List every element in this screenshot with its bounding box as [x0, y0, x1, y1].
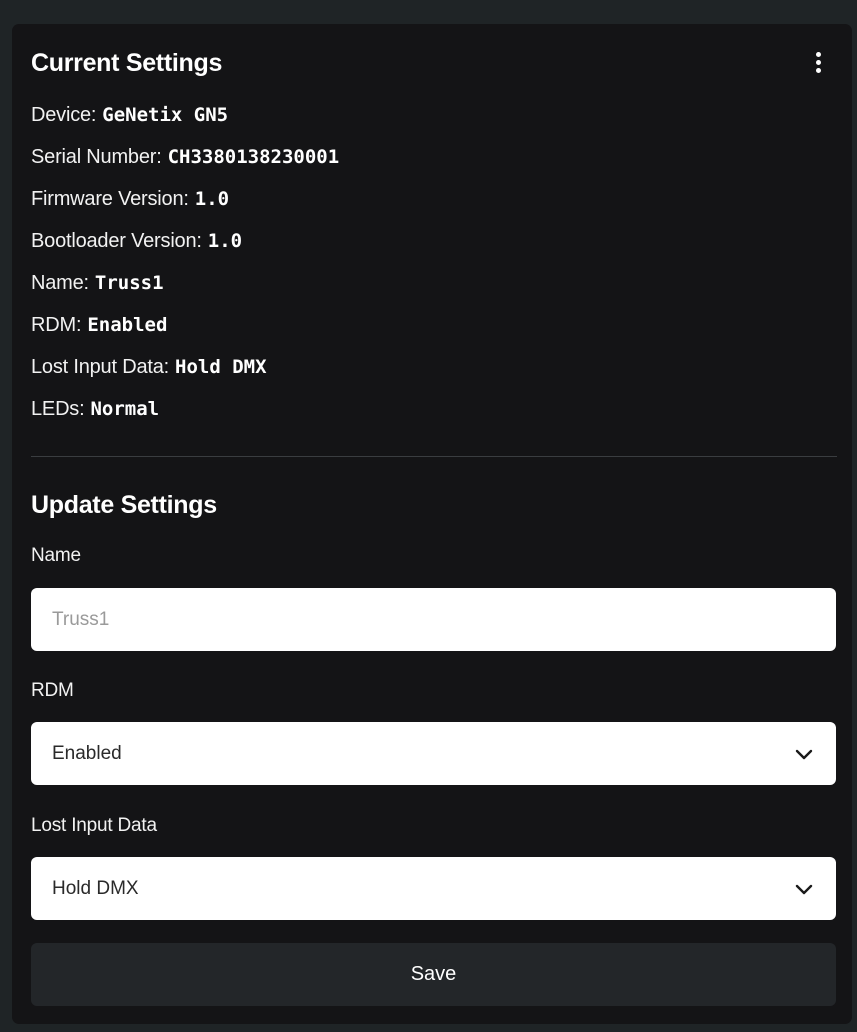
lost-input-data-field-label: Lost Input Data: [31, 815, 157, 836]
info-label: RDM:: [31, 314, 82, 336]
info-row-name: Name: Truss1: [31, 262, 339, 304]
kebab-dot: [816, 68, 821, 73]
lost-input-data-select[interactable]: Hold DMX: [31, 857, 836, 920]
info-label: Lost Input Data:: [31, 356, 170, 378]
info-value: 1.0: [194, 188, 230, 210]
info-row-leds: LEDs: Normal: [31, 388, 339, 430]
update-settings-title: Update Settings: [31, 491, 217, 519]
info-value: CH3380138230001: [167, 146, 340, 168]
kebab-menu-icon[interactable]: [810, 48, 826, 78]
name-input[interactable]: [31, 588, 836, 651]
info-label: Device:: [31, 104, 97, 126]
kebab-dot: [816, 60, 821, 65]
info-value: 1.0: [207, 230, 243, 252]
save-button[interactable]: Save: [31, 943, 836, 1006]
rdm-field-label: RDM: [31, 680, 74, 701]
info-value: GeNetix GN5: [102, 104, 229, 126]
info-label: Name:: [31, 272, 89, 294]
info-row-lost-input-data: Lost Input Data: Hold DMX: [31, 346, 339, 388]
rdm-select-value: Enabled: [52, 743, 122, 764]
info-row-rdm: RDM: Enabled: [31, 304, 339, 346]
name-field-label: Name: [31, 545, 81, 566]
settings-panel: Current Settings Device: GeNetix GN5 Seri…: [12, 24, 852, 1024]
info-value: Hold DMX: [175, 356, 267, 378]
info-label: Firmware Version:: [31, 188, 189, 210]
info-row-firmware-version: Firmware Version: 1.0: [31, 178, 339, 220]
lost-input-data-select-value: Hold DMX: [52, 878, 139, 899]
info-row-bootloader-version: Bootloader Version: 1.0: [31, 220, 339, 262]
current-settings-title: Current Settings: [31, 49, 223, 77]
info-value: Enabled: [87, 314, 168, 336]
info-row-serial-number: Serial Number: CH3380138230001: [31, 136, 339, 178]
info-label: Bootloader Version:: [31, 230, 202, 252]
info-label: Serial Number:: [31, 146, 162, 168]
chevron-down-icon: [795, 749, 813, 760]
current-settings-list: Device: GeNetix GN5 Serial Number: CH33801…: [31, 94, 339, 430]
section-divider: [31, 456, 837, 457]
chevron-down-icon: [795, 884, 813, 895]
info-value: Truss1: [94, 272, 164, 294]
kebab-dot: [816, 52, 821, 57]
info-row-device: Device: GeNetix GN5: [31, 94, 339, 136]
rdm-select[interactable]: Enabled: [31, 722, 836, 785]
info-value: Normal: [90, 398, 160, 420]
info-label: LEDs:: [31, 398, 85, 420]
